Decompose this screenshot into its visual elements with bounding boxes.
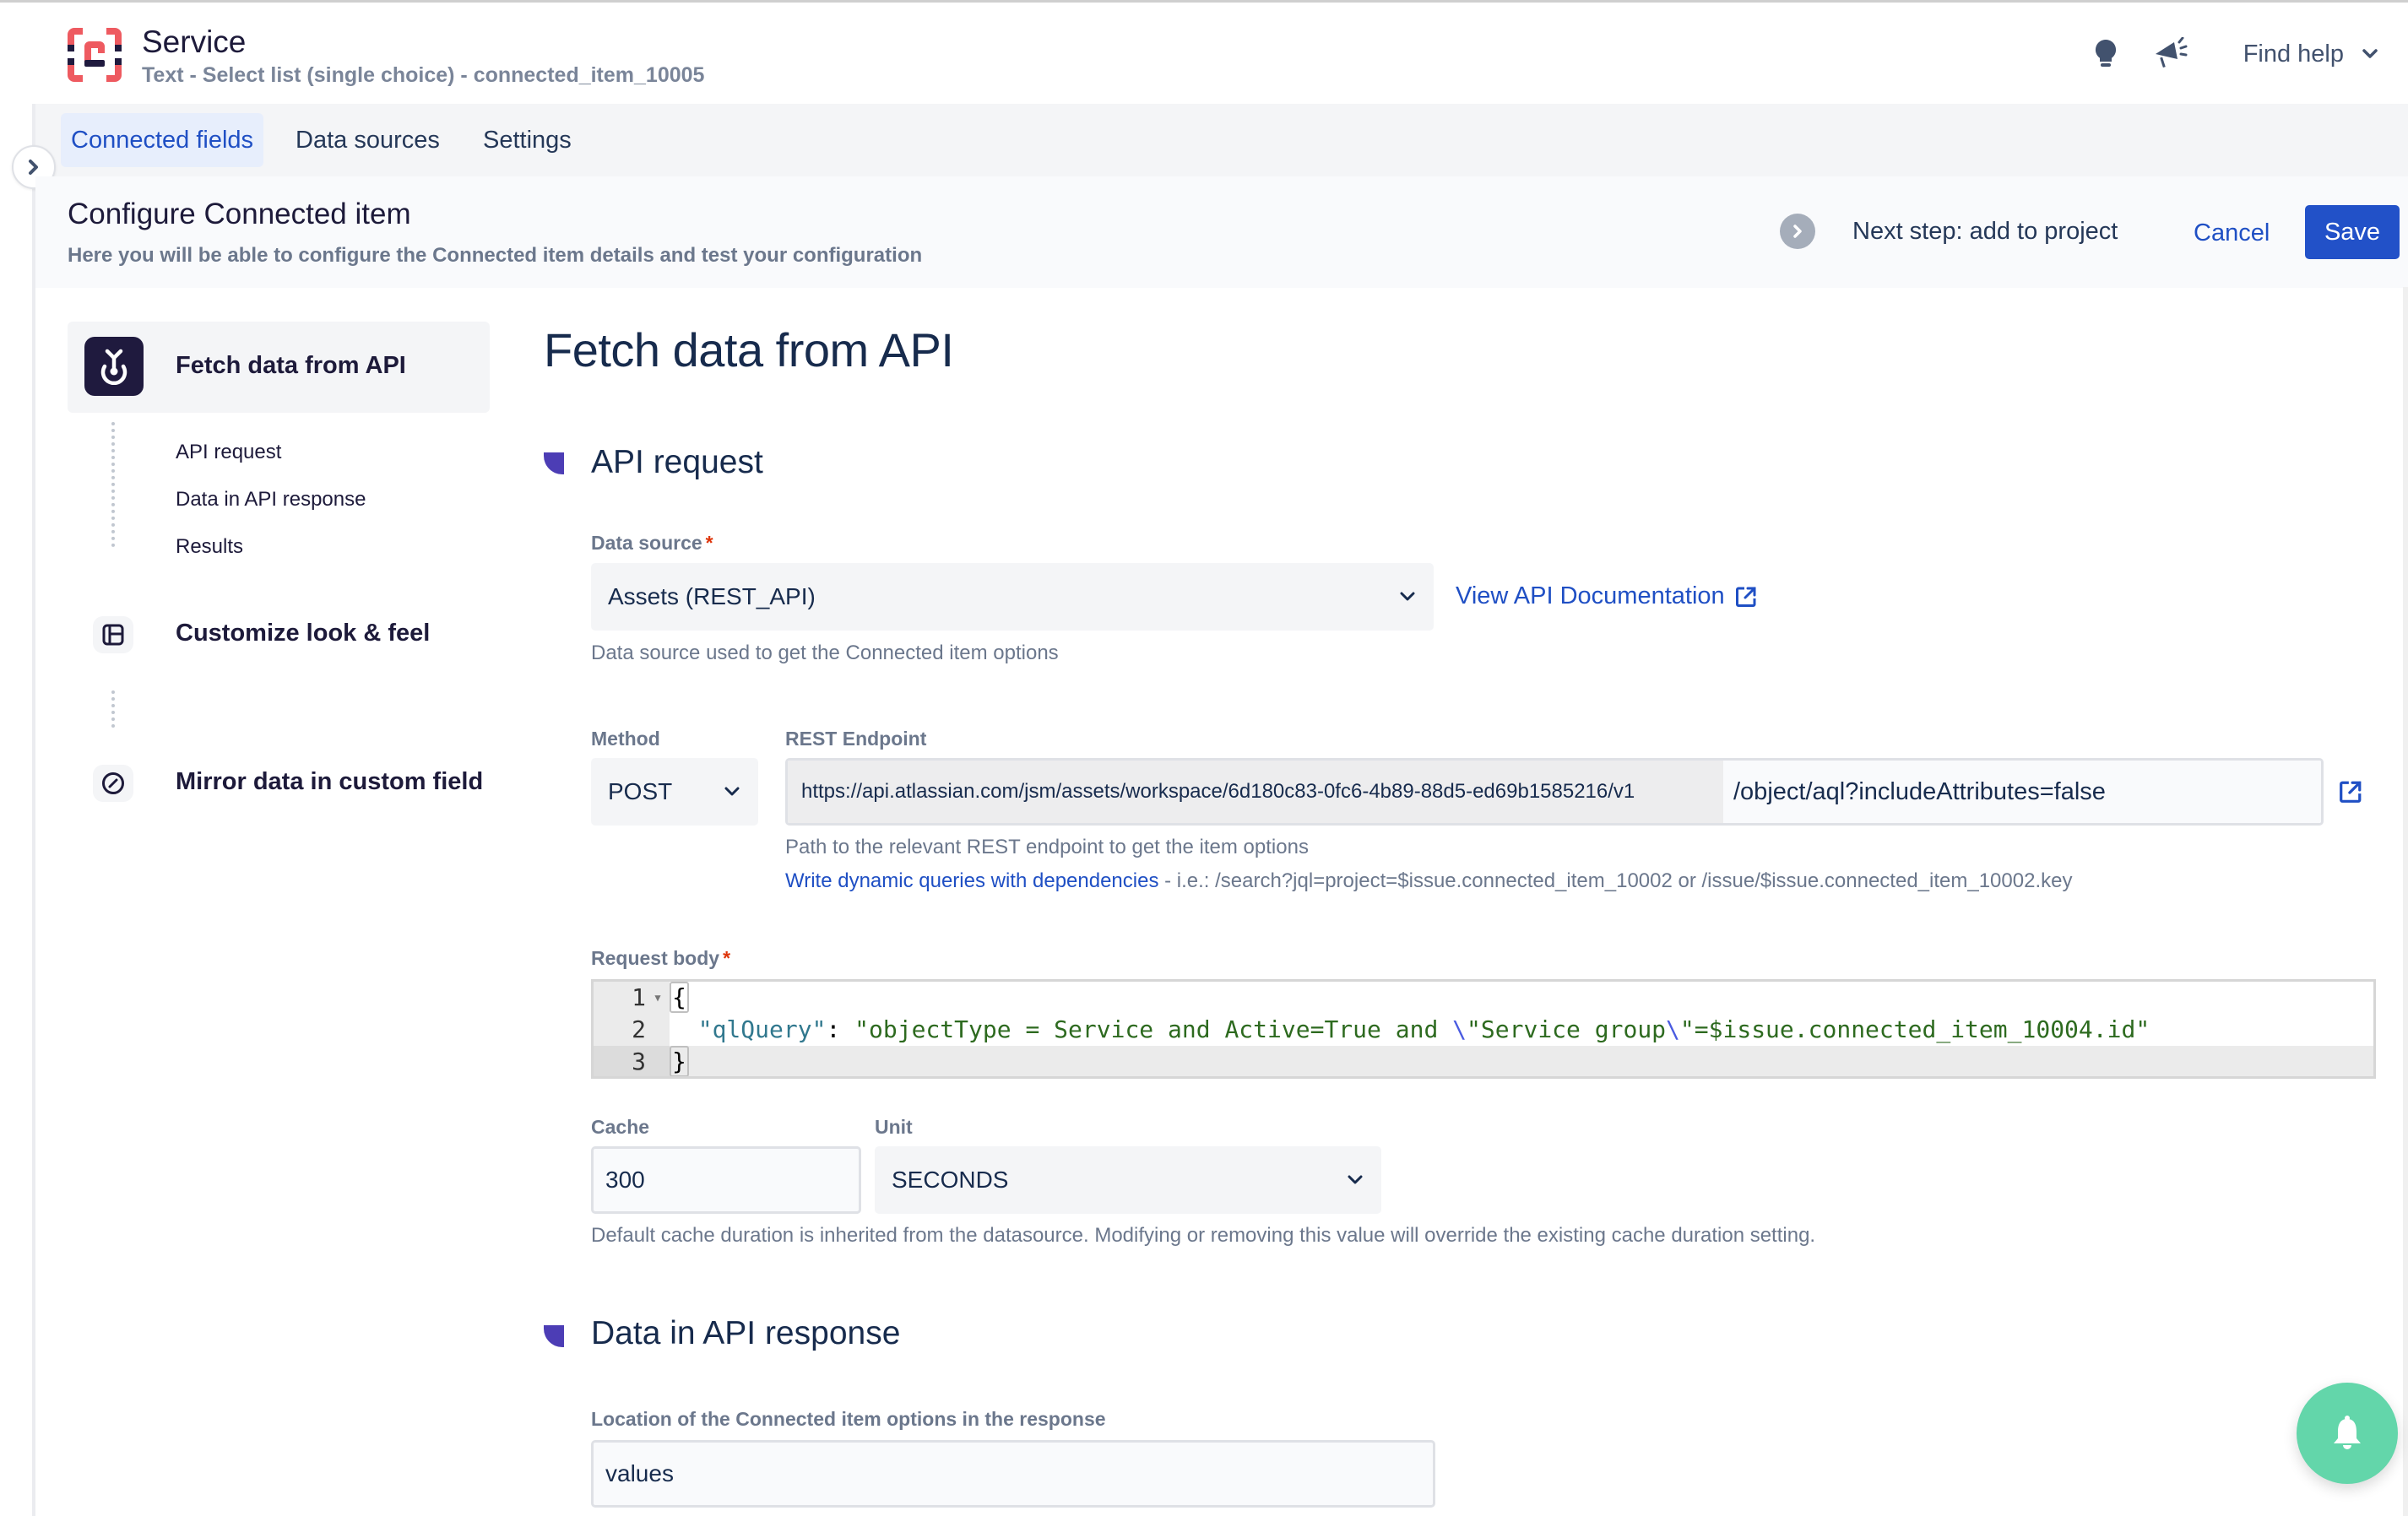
- find-help-label: Find help: [2243, 40, 2344, 68]
- bell-icon: [2334, 1416, 2361, 1449]
- dynamic-queries-example: - i.e.: /search?jql=project=$issue.conne…: [1158, 869, 2073, 892]
- required-marker: *: [705, 532, 713, 554]
- data-in-api-response-title: Data in API response: [591, 1315, 901, 1351]
- app-header: Service Text - Select list (single choic…: [0, 3, 2408, 104]
- method-select[interactable]: POST: [591, 758, 758, 826]
- next-step-label: Next step: add to project: [1852, 217, 2118, 245]
- request-body-label: Request body *: [591, 947, 730, 970]
- section-marker: [544, 1325, 564, 1347]
- rest-endpoint-field: https://api.atlassian.com/jsm/assets/wor…: [785, 758, 2324, 826]
- code-line-1: 1 ▼ {: [594, 982, 2373, 1013]
- megaphone-icon[interactable]: [2150, 33, 2193, 75]
- step-fetch-data[interactable]: Fetch data from API: [68, 322, 490, 413]
- request-body-editor[interactable]: 1 ▼ { 2 "qlQuery": "objectType = Service…: [591, 979, 2376, 1079]
- cache-helper: Default cache duration is inherited from…: [591, 1224, 1816, 1247]
- json-key: "qlQuery": [697, 1015, 827, 1043]
- chevron-down-icon: [1348, 1175, 1363, 1184]
- step-customize-look[interactable]: Customize look & feel: [176, 620, 430, 647]
- json-colon: :: [826, 1015, 855, 1043]
- lightbulb-icon[interactable]: [2085, 33, 2127, 75]
- line-number: 3: [594, 1046, 646, 1076]
- configure-header: Configure Connected item Here you will b…: [35, 176, 2408, 288]
- cancel-button[interactable]: Cancel: [2194, 212, 2270, 254]
- tab-connected-fields[interactable]: Connected fields: [61, 113, 264, 167]
- tab-settings[interactable]: Settings: [473, 113, 582, 167]
- find-help-menu[interactable]: Find help: [2243, 41, 2378, 68]
- view-api-documentation-link[interactable]: View API Documentation: [1456, 582, 1757, 610]
- unit-value: SECONDS: [892, 1167, 1009, 1193]
- data-source-select[interactable]: Assets (REST_API): [591, 563, 1434, 631]
- gauge-icon: [93, 765, 133, 802]
- endpoint-helper: Path to the relevant REST endpoint to ge…: [785, 836, 1309, 858]
- fold-arrow-icon[interactable]: ▼: [646, 992, 670, 1004]
- rest-endpoint-label: REST Endpoint: [785, 728, 927, 750]
- request-body-label-text: Request body: [591, 947, 720, 969]
- notifications-button[interactable]: [2297, 1383, 2398, 1484]
- configure-title: Configure Connected item: [68, 198, 411, 230]
- tabs-bar: Connected fields Data sources Settings: [35, 104, 2408, 176]
- substep-data-in-api-response[interactable]: Data in API response: [176, 488, 366, 512]
- line-number: 1: [632, 983, 646, 1011]
- json-escape: \: [1666, 1015, 1680, 1043]
- method-value: POST: [608, 778, 673, 804]
- header-actions: Find help: [2085, 33, 2408, 75]
- chevron-right-circle-icon: [1780, 214, 1815, 249]
- json-string-part: "=$issue.connected_item_10004.id": [1679, 1015, 2150, 1043]
- response-location-label: Location of the Connected item options i…: [591, 1408, 1106, 1430]
- chevron-right-icon: [29, 160, 38, 175]
- chevron-down-icon: [724, 787, 740, 796]
- required-marker: *: [723, 947, 731, 969]
- app-logo: [68, 28, 122, 82]
- app-title: Service: [142, 24, 247, 59]
- step-fetch-data-label: Fetch data from API: [176, 352, 406, 379]
- tab-data-sources[interactable]: Data sources: [285, 113, 450, 167]
- open-endpoint-external-icon[interactable]: [2339, 780, 2362, 808]
- view-api-documentation-label: View API Documentation: [1456, 582, 1725, 609]
- step-connector-2: [111, 690, 115, 728]
- layout-icon: [93, 616, 133, 653]
- save-button[interactable]: Save: [2305, 205, 2400, 259]
- api-fetch-icon: [84, 337, 144, 396]
- data-source-helper: Data source used to get the Connected it…: [591, 642, 1059, 664]
- cache-input[interactable]: [591, 1146, 861, 1214]
- left-rail: [32, 104, 35, 1516]
- unit-select[interactable]: SECONDS: [875, 1146, 1381, 1214]
- data-source-value: Assets (REST_API): [608, 583, 816, 609]
- dynamic-queries-link[interactable]: Write dynamic queries with dependencies: [785, 869, 1158, 892]
- api-request-title: API request: [591, 444, 763, 480]
- dynamic-queries-hint: Write dynamic queries with dependencies …: [785, 869, 2072, 893]
- data-source-label: Data source *: [591, 532, 713, 555]
- configure-description: Here you will be able to configure the C…: [68, 244, 923, 267]
- code-line-3: 3 }: [594, 1046, 2373, 1076]
- cache-label: Cache: [591, 1116, 650, 1138]
- method-label: Method: [591, 728, 660, 750]
- substep-api-request[interactable]: API request: [176, 441, 281, 464]
- unit-label: Unit: [875, 1116, 913, 1138]
- open-brace: {: [670, 982, 689, 1013]
- json-string-part: "objectType = Service and Active=True an…: [854, 1015, 1453, 1043]
- json-escape: \: [1452, 1015, 1467, 1043]
- fold-spacer: [646, 1046, 670, 1076]
- chevron-down-icon: [2362, 49, 2378, 58]
- json-string-part: "Service group: [1467, 1015, 1667, 1043]
- step-mirror-data[interactable]: Mirror data in custom field: [176, 768, 483, 796]
- line-number: 2: [632, 1015, 646, 1043]
- close-brace: }: [670, 1046, 689, 1076]
- next-step-link[interactable]: Next step: add to project: [1780, 212, 2118, 251]
- substep-results[interactable]: Results: [176, 535, 243, 559]
- response-location-input[interactable]: [591, 1440, 1435, 1508]
- code-line-2: 2 "qlQuery": "objectType = Service and A…: [594, 1014, 2373, 1045]
- app-subtitle: Text - Select list (single choice) - con…: [142, 63, 705, 87]
- chevron-down-icon: [1400, 592, 1415, 601]
- endpoint-path-input[interactable]: [1723, 761, 2321, 823]
- section-marker: [544, 452, 564, 474]
- main-title: Fetch data from API: [544, 323, 954, 376]
- external-link-icon: [1735, 587, 1756, 607]
- scrollbar-track[interactable]: [2403, 287, 2408, 1516]
- data-source-label-text: Data source: [591, 532, 702, 554]
- step-connector: [111, 422, 115, 547]
- endpoint-base-url: https://api.atlassian.com/jsm/assets/wor…: [788, 761, 1723, 823]
